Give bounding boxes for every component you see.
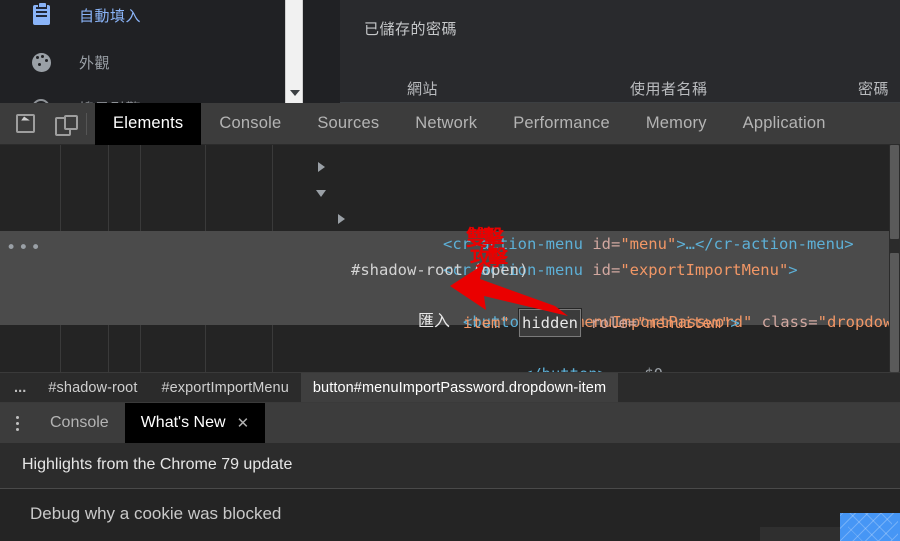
- dom-line-export-button-attrs[interactable]: item" role="menuitem">: [0, 361, 900, 372]
- whats-new-thumb-spacer: [760, 527, 840, 541]
- sidebar-item-autofill[interactable]: 自動填入: [0, 0, 141, 30]
- dom-line-selected-attrs[interactable]: item" hidden role="menuitem">: [0, 257, 900, 337]
- breadcrumb-item-export-import[interactable]: #exportImportMenu: [149, 373, 300, 403]
- column-header-password: 密碼: [858, 81, 890, 98]
- whats-new-heading-bar: Highlights from the Chrome 79 update: [0, 443, 900, 489]
- tab-console[interactable]: Console: [201, 103, 299, 145]
- dom-tree-panel[interactable]: <cr-action-menu id="menu">…</cr-action-m…: [0, 145, 900, 372]
- screenshot-root: 自動填入 外觀 搜尋引擎 已儲存的密碼 網站 使用者名稱 密碼: [0, 0, 900, 541]
- tab-sources[interactable]: Sources: [299, 103, 397, 145]
- dom-line-selected-open[interactable]: ••• <button id="menuImportPassword" clas…: [0, 231, 900, 331]
- whats-new-heading: Highlights from the Chrome 79 update: [22, 456, 293, 473]
- scrollbar-thumb[interactable]: [890, 145, 899, 239]
- settings-gap: [304, 0, 340, 103]
- scrollbar-thumb-lower[interactable]: [890, 253, 899, 372]
- sidebar-item-search-engine[interactable]: 搜尋引擎: [0, 93, 141, 103]
- devtools-drawer: Console What's New ✕ Highlights from the…: [0, 402, 900, 541]
- column-header-username: 使用者名稱: [630, 81, 708, 98]
- dom-tree-scrollbar[interactable]: [889, 145, 900, 372]
- whats-new-thumbnail[interactable]: [840, 513, 900, 541]
- twisty-open-icon[interactable]: [316, 190, 326, 197]
- dom-line-shadow-root[interactable]: #shadow-root (open): [0, 205, 900, 279]
- sidebar-item-label: 外觀: [79, 54, 111, 72]
- settings-sidebar: 自動填入 外觀 搜尋引擎: [0, 0, 285, 103]
- chevron-down-icon[interactable]: [290, 90, 300, 96]
- tab-memory[interactable]: Memory: [628, 103, 725, 145]
- drawer-tab-console[interactable]: Console: [34, 403, 125, 443]
- whats-new-item-title[interactable]: Debug why a cookie was blocked: [30, 504, 281, 524]
- tab-network[interactable]: Network: [397, 103, 495, 145]
- dom-line-text-node[interactable]: 匯入: [0, 283, 900, 330]
- sidebar-item-appearance[interactable]: 外觀: [0, 47, 110, 77]
- devtools-tab-bar: Elements Console Sources Network Perform…: [95, 102, 844, 145]
- close-icon[interactable]: ✕: [237, 414, 250, 432]
- saved-passwords-title: 已儲存的密碼: [364, 21, 458, 38]
- kebab-menu-icon[interactable]: [0, 403, 34, 443]
- drawer-tab-label: What's New: [140, 414, 226, 431]
- device-toolbar-icon[interactable]: [50, 110, 80, 138]
- breadcrumb-item-shadow-root[interactable]: #shadow-root: [36, 373, 149, 403]
- clipboard-icon: [30, 2, 52, 26]
- twisty-closed-icon[interactable]: [338, 214, 345, 224]
- palette-icon: [30, 51, 52, 73]
- dom-tree-code: <cr-action-menu id="menu">…</cr-action-m…: [0, 145, 900, 372]
- settings-scrollbar[interactable]: [285, 0, 303, 103]
- saved-passwords-pane: 已儲存的密碼 網站 使用者名稱 密碼: [340, 0, 900, 103]
- passwords-table-header: 網站 使用者名稱 密碼: [340, 72, 900, 103]
- drawer-tab-bar: Console What's New ✕: [0, 403, 900, 443]
- twisty-closed-icon[interactable]: [318, 162, 325, 172]
- dom-line-export-import-menu[interactable]: <cr-action-menu id="exportImportMenu">: [0, 179, 900, 279]
- inspect-cursor-icon[interactable]: [10, 110, 40, 138]
- drawer-tab-whats-new[interactable]: What's New ✕: [124, 403, 266, 443]
- tab-elements[interactable]: Elements: [95, 102, 202, 145]
- dom-line-cr-action-menu[interactable]: <cr-action-menu id="menu">…</cr-action-m…: [0, 153, 900, 253]
- tab-performance[interactable]: Performance: [495, 103, 628, 145]
- toolbar-divider: [86, 112, 87, 135]
- column-header-website: 網站: [407, 81, 439, 98]
- breadcrumb-item-selected[interactable]: button#menuImportPassword.dropdown-item: [300, 372, 619, 403]
- breadcrumb: ... #shadow-root #exportImportMenu butto…: [0, 372, 900, 403]
- devtools-window: Elements Console Sources Network Perform…: [0, 102, 900, 541]
- chrome-settings-strip: 自動填入 外觀 搜尋引擎 已儲存的密碼 網站 使用者名稱 密碼: [0, 0, 900, 103]
- breadcrumb-overflow[interactable]: ...: [0, 373, 36, 403]
- dom-line-close-tag[interactable]: </button> == $0: [0, 309, 900, 372]
- dom-line-export-button-open[interactable]: <button id="menuExportPassword" class="d…: [0, 335, 900, 361]
- tab-application[interactable]: Application: [725, 103, 844, 145]
- sidebar-item-label: 自動填入: [79, 7, 142, 25]
- devtools-toolbar: Elements Console Sources Network Perform…: [0, 102, 900, 145]
